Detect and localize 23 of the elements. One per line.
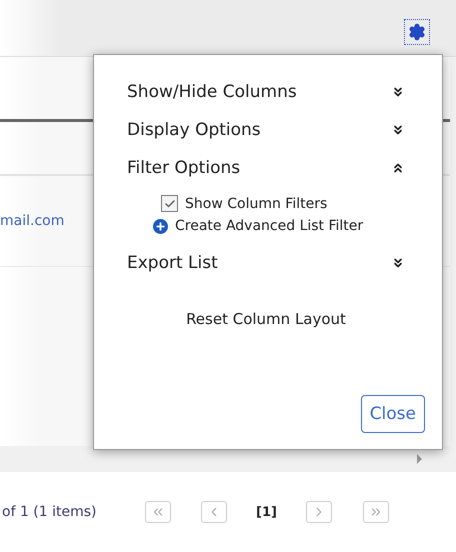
current-page: [1] bbox=[256, 504, 277, 520]
section-header[interactable]: Filter Options bbox=[127, 149, 405, 187]
next-page-button[interactable] bbox=[306, 501, 332, 523]
last-page-button[interactable] bbox=[363, 501, 389, 523]
checkbox[interactable] bbox=[161, 195, 178, 212]
first-page-button[interactable] bbox=[145, 501, 171, 523]
reset-layout-link[interactable]: Reset Column Layout bbox=[186, 310, 346, 328]
section-header[interactable]: Show/Hide Columns bbox=[127, 73, 405, 111]
section-header[interactable]: Display Options bbox=[127, 111, 405, 149]
collapse-icon bbox=[391, 161, 405, 175]
settings-button[interactable] bbox=[404, 19, 430, 45]
previous-page-button[interactable] bbox=[201, 501, 227, 523]
check-icon bbox=[164, 198, 176, 210]
create-filter-link[interactable]: Create Advanced List Filter bbox=[175, 218, 364, 234]
checkbox-label: Show Column Filters bbox=[185, 196, 328, 212]
add-icon bbox=[153, 218, 168, 234]
section-header[interactable]: Export List bbox=[127, 244, 405, 282]
table-cell: mail.com bbox=[0, 213, 64, 229]
expand-icon bbox=[391, 85, 405, 99]
close-button[interactable]: Close bbox=[360, 395, 425, 433]
expand-icon bbox=[391, 123, 405, 137]
expand-icon bbox=[391, 256, 405, 270]
pager-summary: of 1 (1 items) bbox=[2, 504, 98, 520]
